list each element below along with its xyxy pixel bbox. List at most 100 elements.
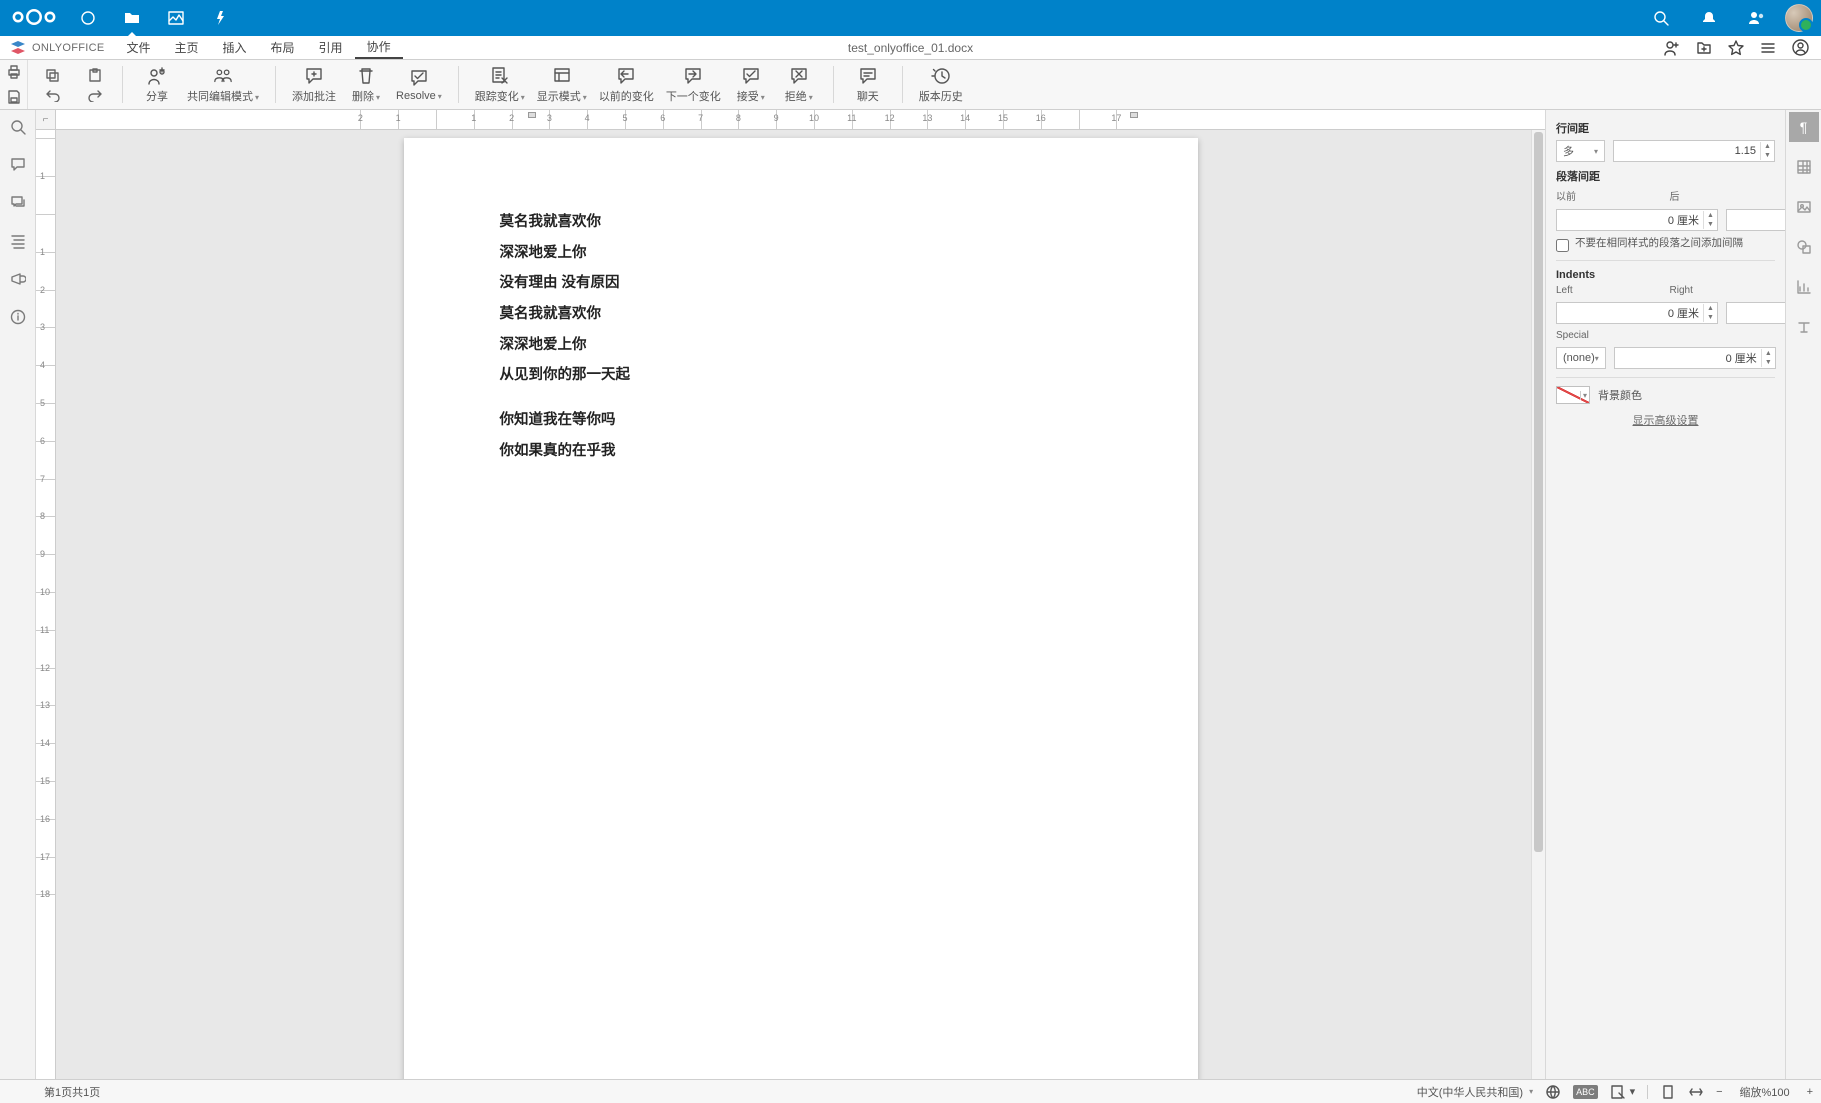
line-spacing-mode-select[interactable]: 多 [1556, 140, 1605, 162]
tab-collaboration[interactable]: 协作 [355, 36, 403, 59]
page-count[interactable]: 第1页共1页 [44, 1084, 100, 1100]
zoom-value[interactable]: 缩放%100 [1735, 1084, 1795, 1100]
star-icon[interactable] [1727, 39, 1745, 57]
delete-comment-button[interactable]: 删除 [344, 66, 388, 104]
ruler-corner: ⌐ [36, 110, 56, 130]
redo-icon[interactable] [82, 85, 108, 105]
nextcloud-topbar [0, 0, 1821, 36]
indent-left-label: Left [1556, 285, 1662, 296]
rtab-paragraph-icon[interactable]: ¶ [1789, 112, 1819, 142]
paste-icon[interactable] [82, 65, 108, 85]
document-paragraph[interactable]: 莫名我就喜欢你 [500, 306, 1102, 323]
fit-page-icon[interactable] [1660, 1084, 1676, 1100]
user-icon[interactable] [1791, 39, 1809, 57]
spellcheck-icon[interactable]: ABC [1573, 1085, 1598, 1099]
brand-label: ONLYOFFICE [32, 42, 104, 54]
tab-references[interactable]: 引用 [307, 36, 355, 59]
special-mode-select[interactable]: (none) [1556, 347, 1606, 369]
add-comment-button[interactable]: 添加批注 [288, 66, 340, 104]
document-paragraph[interactable]: 深深地爱上你 [500, 337, 1102, 354]
search-icon[interactable] [1641, 0, 1681, 36]
comments-icon[interactable] [7, 154, 29, 176]
chat-panel-icon[interactable] [7, 192, 29, 214]
save-icon[interactable] [0, 85, 27, 110]
fit-width-icon[interactable] [1688, 1084, 1704, 1100]
document-canvas[interactable]: 莫名我就喜欢你深深地爱上你没有理由 没有原因莫名我就喜欢你深深地爱上你从见到你的… [56, 130, 1545, 1079]
nav-photos-icon[interactable] [156, 0, 196, 36]
document-paragraph[interactable]: 没有理由 没有原因 [500, 275, 1102, 292]
tab-layout[interactable]: 布局 [259, 36, 307, 59]
document-page[interactable]: 莫名我就喜欢你深深地爱上你没有理由 没有原因莫名我就喜欢你深深地爱上你从见到你的… [404, 138, 1198, 1079]
document-paragraph[interactable]: 你知道我在等你吗 [500, 412, 1102, 429]
zoom-out-icon[interactable]: − [1716, 1086, 1722, 1098]
special-title: Special [1556, 330, 1662, 341]
language-select[interactable]: 中文(中华人民共和国) [1417, 1084, 1533, 1100]
vertical-scrollbar[interactable] [1531, 130, 1545, 1079]
nav-activity-icon[interactable] [200, 0, 240, 36]
history-button[interactable]: 版本历史 [915, 66, 967, 104]
document-paragraph[interactable]: 从见到你的那一天起 [500, 367, 1102, 384]
prev-change-button[interactable]: 以前的变化 [595, 66, 658, 104]
workspace: ⌐ 211234567891011121314151617 1123456789… [36, 110, 1545, 1079]
notifications-icon[interactable] [1689, 0, 1729, 36]
document-paragraph[interactable]: 你如果真的在乎我 [500, 443, 1102, 460]
reject-button[interactable]: 拒绝 [777, 66, 821, 104]
coedit-mode-button[interactable]: 共同编辑模式 [183, 66, 263, 104]
status-bar: 第1页共1页 中文(中华人民共和国) ABC ▾ − 缩放%100 + [0, 1079, 1821, 1103]
feedback-icon[interactable] [7, 268, 29, 290]
horizontal-ruler[interactable]: 211234567891011121314151617 [56, 110, 1545, 130]
contacts-icon[interactable] [1737, 0, 1777, 36]
resolve-button[interactable]: Resolve [392, 68, 446, 102]
nextcloud-logo[interactable] [8, 5, 60, 32]
chat-button[interactable]: 聊天 [846, 66, 890, 104]
rtab-shape-icon[interactable] [1789, 232, 1819, 262]
display-mode-button[interactable]: 显示模式 [533, 66, 591, 104]
headings-icon[interactable] [7, 230, 29, 252]
special-value-input[interactable]: ▲▼ [1614, 347, 1776, 369]
tab-insert[interactable]: 插入 [211, 36, 259, 59]
user-avatar[interactable] [1785, 4, 1813, 32]
indent-right-label: Right [1670, 285, 1776, 296]
undo-icon[interactable] [40, 85, 66, 105]
rtab-textart-icon[interactable] [1789, 312, 1819, 342]
spacing-before-label: 以前 [1556, 188, 1662, 203]
bgcolor-swatch[interactable]: ▾ [1556, 386, 1590, 404]
rtab-table-icon[interactable] [1789, 152, 1819, 182]
accept-button[interactable]: 接受 [729, 66, 773, 104]
next-change-button[interactable]: 下一个变化 [662, 66, 725, 104]
info-icon[interactable] [7, 306, 29, 328]
indents-title: Indents [1556, 269, 1775, 281]
collaboration-toolbar: 分享 共同编辑模式 添加批注 删除 Resolve 跟踪变化 显示模式 以前的变… [0, 60, 1821, 110]
nav-files-icon[interactable] [112, 0, 152, 36]
right-tabs: ¶ [1785, 110, 1821, 1079]
open-folder-icon[interactable] [1695, 39, 1713, 57]
spacing-before-input[interactable]: ▲▼ [1556, 209, 1718, 231]
spacing-after-label: 后 [1670, 188, 1776, 203]
share-button[interactable]: 分享 [135, 66, 179, 104]
find-icon[interactable] [7, 116, 29, 138]
onlyoffice-brand: ONLYOFFICE [0, 40, 114, 56]
document-paragraph[interactable]: 莫名我就喜欢你 [500, 214, 1102, 231]
no-space-same-style-checkbox[interactable]: 不要在相同样式的段落之间添加间隔 [1556, 237, 1775, 252]
rtab-chart-icon[interactable] [1789, 272, 1819, 302]
menu-icon[interactable] [1759, 39, 1777, 57]
nav-dashboard-icon[interactable] [68, 0, 108, 36]
track-changes-button[interactable]: 跟踪变化 [471, 66, 529, 104]
tab-file[interactable]: 文件 [114, 36, 162, 59]
advanced-settings-link[interactable]: 显示高级设置 [1556, 412, 1775, 428]
track-changes-status-icon[interactable]: ▾ [1610, 1084, 1636, 1100]
indent-left-input[interactable]: ▲▼ [1556, 302, 1718, 324]
zoom-in-icon[interactable]: + [1807, 1086, 1813, 1098]
paragraph-panel: 行间距 多 ▲▼ 段落间距 以前 后 ▲▼ ▲▼ 不要在相同样式的段落之间添加间… [1545, 110, 1785, 1079]
tab-home[interactable]: 主页 [163, 36, 211, 59]
print-icon[interactable] [0, 60, 27, 85]
set-lang-icon[interactable] [1545, 1084, 1561, 1100]
copy-icon[interactable] [40, 65, 66, 85]
left-sidebar [0, 110, 36, 1079]
add-user-icon[interactable] [1663, 39, 1681, 57]
document-paragraph[interactable]: 深深地爱上你 [500, 245, 1102, 262]
line-spacing-value[interactable]: ▲▼ [1613, 140, 1775, 162]
main-area: ⌐ 211234567891011121314151617 1123456789… [0, 110, 1821, 1079]
rtab-image-icon[interactable] [1789, 192, 1819, 222]
vertical-ruler[interactable]: 1123456789101112131415161718 [36, 130, 56, 1079]
